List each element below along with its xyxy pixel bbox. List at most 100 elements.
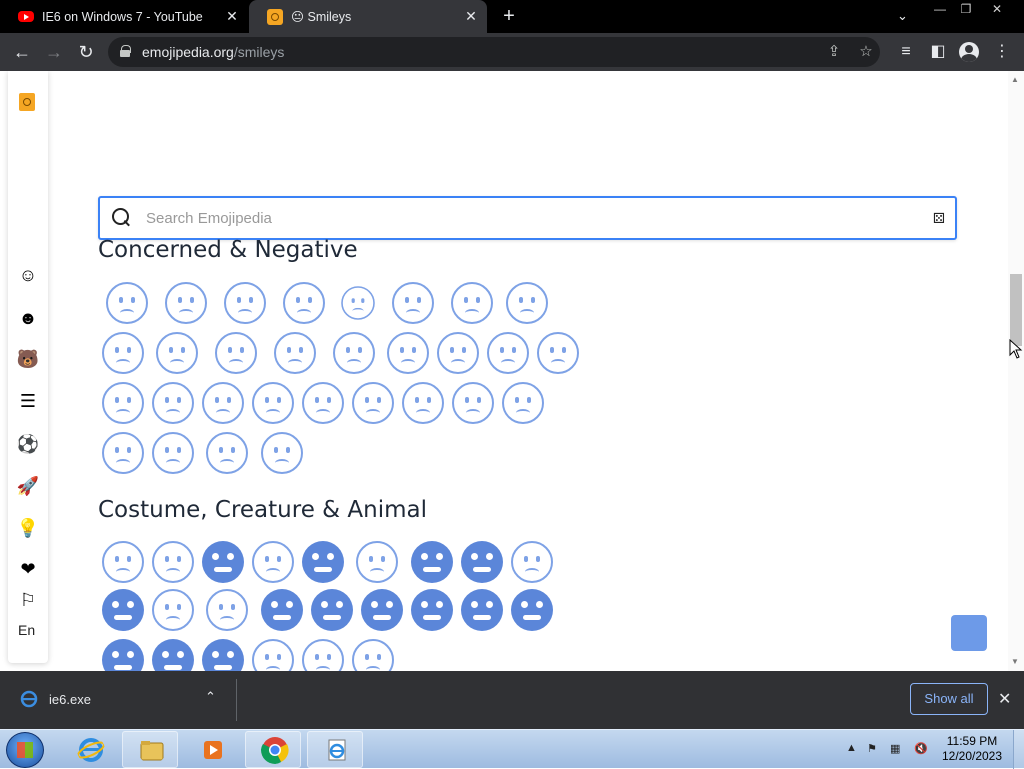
pile-of-poo-icon[interactable]	[302, 541, 344, 583]
tired-face-icon[interactable]	[452, 382, 494, 424]
cat-wry-smile-icon[interactable]	[461, 589, 503, 631]
slightly-frowning-icon[interactable]	[283, 282, 325, 324]
holding-back-tears-icon[interactable]	[215, 332, 257, 374]
skull-icon[interactable]	[202, 541, 244, 583]
goblin-icon[interactable]	[461, 541, 503, 583]
ghost-icon[interactable]	[511, 541, 553, 583]
close-icon[interactable]: ✕	[998, 689, 1011, 709]
forward-icon[interactable]: →	[43, 41, 65, 63]
smiling-cat-heart-eyes-icon[interactable]	[411, 589, 453, 631]
skull-crossbones-icon[interactable]	[252, 541, 294, 583]
disappointed-face-icon[interactable]	[302, 382, 344, 424]
smiling-devil-icon[interactable]	[102, 541, 144, 583]
close-tab-icon[interactable]: ✕	[222, 8, 242, 25]
yawning-face-icon[interactable]	[502, 382, 544, 424]
downcast-sweat-icon[interactable]	[352, 382, 394, 424]
ogre-icon[interactable]	[411, 541, 453, 583]
address-bar[interactable]: emojipedia.org/smileys ⇪ ☆	[108, 37, 880, 67]
food-category-icon[interactable]: ☰	[16, 389, 40, 413]
restore-icon[interactable]: ❐	[956, 0, 976, 20]
scroll-up-icon[interactable]: ▲	[1011, 75, 1019, 84]
tab-youtube[interactable]: IE6 on Windows 7 - YouTube ✕	[0, 0, 248, 33]
grinning-cat-smiling-eyes-icon[interactable]	[311, 589, 353, 631]
action-center-icon[interactable]: ⚑	[867, 742, 877, 755]
share-icon[interactable]: ⇪	[824, 42, 844, 60]
cat-tears-of-joy-icon[interactable]	[361, 589, 403, 631]
pouting-face-icon[interactable]	[152, 432, 194, 474]
persevering-face-icon[interactable]	[252, 382, 294, 424]
activities-category-icon[interactable]: ⚽	[16, 432, 40, 456]
alien-icon[interactable]	[102, 589, 144, 631]
confused-face-icon[interactable]	[106, 282, 148, 324]
download-filename[interactable]: ie6.exe	[49, 692, 91, 707]
bookmark-star-icon[interactable]: ☆	[856, 42, 876, 60]
weary-face-icon[interactable]	[402, 382, 444, 424]
worried-face-icon[interactable]	[224, 282, 266, 324]
hushed-face-icon[interactable]	[451, 282, 493, 324]
flushed-face-icon[interactable]	[102, 332, 144, 374]
chevron-up-icon[interactable]: ⌃	[205, 689, 216, 705]
minimize-icon[interactable]: —	[930, 0, 950, 20]
anxious-sweat-icon[interactable]	[437, 332, 479, 374]
see-no-evil-monkey-icon[interactable]	[252, 639, 294, 671]
show-all-button[interactable]: Show all	[910, 683, 988, 715]
browser-menu-icon[interactable]: ⋮	[991, 41, 1013, 63]
taskbar-chrome-button[interactable]	[245, 731, 301, 768]
random-dice-icon[interactable]: ⚄	[933, 210, 945, 227]
diagonal-mouth-icon[interactable]	[165, 282, 207, 324]
search-input[interactable]	[146, 206, 906, 230]
crying-face-icon[interactable]	[537, 332, 579, 374]
taskbar-explorer-button[interactable]	[122, 731, 178, 768]
scroll-down-icon[interactable]: ▼	[1011, 657, 1019, 666]
window-close-icon[interactable]: ✕	[987, 0, 1007, 20]
astonished-face-icon[interactable]	[506, 282, 548, 324]
hear-no-evil-monkey-icon[interactable]	[302, 639, 344, 671]
pleading-face-icon[interactable]	[156, 332, 198, 374]
confounded-face-icon[interactable]	[202, 382, 244, 424]
animals-category-icon[interactable]: 🐻	[16, 347, 40, 371]
clown-face-icon[interactable]	[356, 541, 398, 583]
pouting-cat-icon[interactable]	[202, 639, 244, 671]
frowning-face-icon[interactable]	[341, 286, 375, 320]
volume-muted-icon[interactable]: 🔇	[914, 742, 928, 755]
weary-cat-icon[interactable]	[102, 639, 144, 671]
tab-search-icon[interactable]: ⌄	[897, 8, 908, 24]
back-icon[interactable]: ←	[11, 41, 33, 63]
sad-relieved-icon[interactable]	[487, 332, 529, 374]
symbols-mouth-icon[interactable]	[206, 432, 248, 474]
frowning-open-mouth-icon[interactable]	[274, 332, 316, 374]
profile-avatar-icon[interactable]	[959, 42, 979, 62]
start-button[interactable]	[6, 732, 44, 768]
scroll-to-top-button[interactable]	[951, 615, 987, 651]
taskbar-ie-button[interactable]	[61, 731, 117, 768]
taskbar-clock[interactable]: 11:59 PM 12/20/2023	[935, 734, 1009, 764]
emojipedia-logo-icon[interactable]	[19, 93, 35, 111]
search-box[interactable]: ⚄	[98, 196, 957, 240]
tab-smileys[interactable]: 😐 Smileys ✕	[249, 0, 487, 33]
reload-icon[interactable]: ↻	[75, 41, 97, 63]
flags-category-icon[interactable]: ⚐	[16, 588, 40, 612]
loudly-crying-icon[interactable]	[102, 382, 144, 424]
angry-devil-icon[interactable]	[261, 432, 303, 474]
show-desktop-button[interactable]	[1013, 730, 1024, 769]
side-panel-icon[interactable]: ◧	[927, 41, 949, 63]
url-text[interactable]: emojipedia.org/smileys	[142, 44, 284, 60]
lock-icon[interactable]	[120, 45, 131, 57]
page-scrollbar[interactable]: ▲ ▼	[1008, 71, 1024, 671]
fearful-face-icon[interactable]	[387, 332, 429, 374]
taskbar-ie6-button[interactable]	[307, 731, 363, 768]
travel-category-icon[interactable]: 🚀	[16, 474, 40, 498]
symbols-category-icon[interactable]: ❤	[16, 557, 40, 581]
people-category-icon[interactable]: ☻	[16, 306, 40, 330]
alien-monster-icon[interactable]	[152, 589, 194, 631]
steam-nose-icon[interactable]	[102, 432, 144, 474]
anguished-face-icon[interactable]	[333, 332, 375, 374]
kissing-cat-icon[interactable]	[511, 589, 553, 631]
grinning-cat-icon[interactable]	[261, 589, 303, 631]
face-screaming-icon[interactable]	[152, 382, 194, 424]
angry-devil-icon[interactable]	[152, 541, 194, 583]
speak-no-evil-monkey-icon[interactable]	[352, 639, 394, 671]
taskbar-media-button[interactable]	[183, 731, 239, 768]
show-hidden-icons-icon[interactable]: ▲	[846, 742, 857, 754]
close-tab-icon[interactable]: ✕	[461, 8, 481, 25]
